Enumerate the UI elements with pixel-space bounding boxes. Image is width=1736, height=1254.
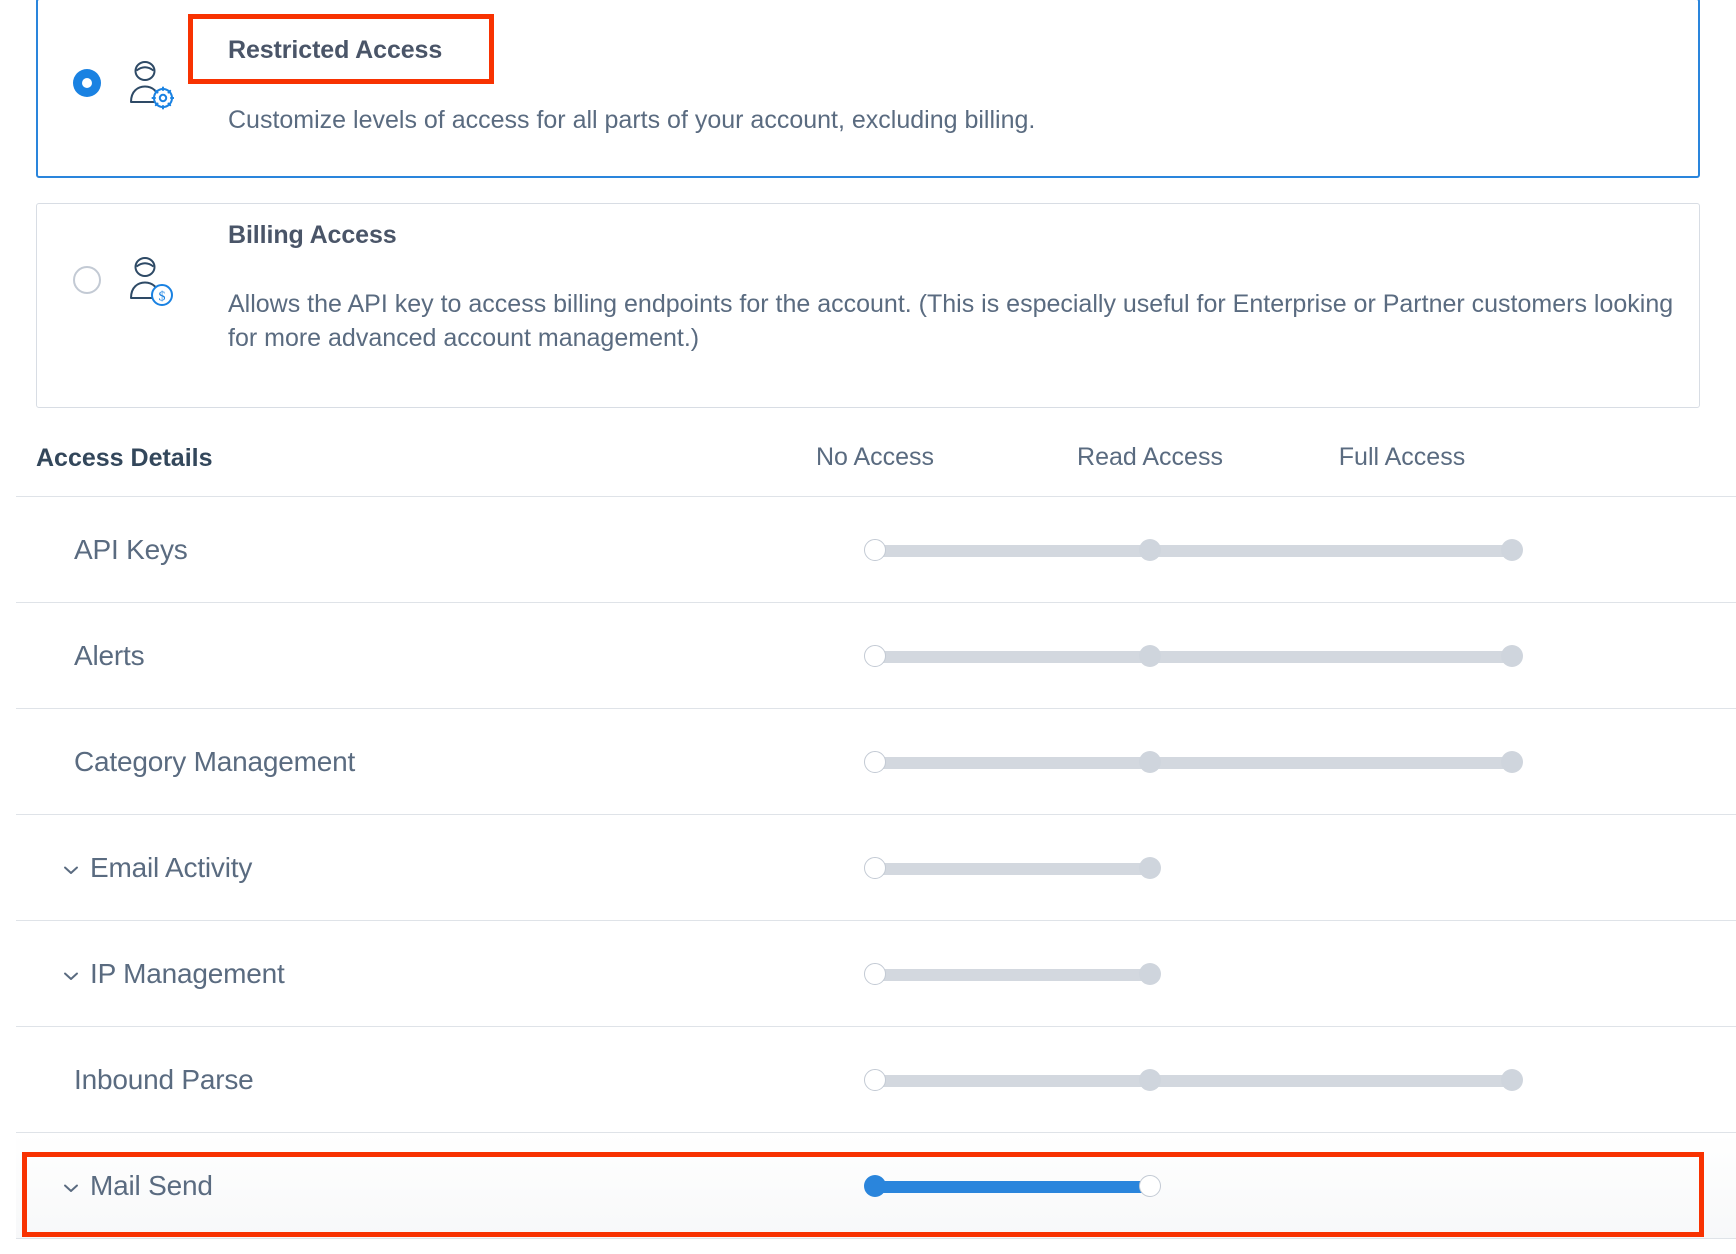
access-details-table: API Keys Alerts Category Management Email A… <box>16 496 1736 1239</box>
slider-handle[interactable] <box>1501 1068 1523 1091</box>
table-row: Email Activity <box>16 815 1736 921</box>
chevron-down-icon[interactable] <box>60 965 82 987</box>
slider-handle[interactable] <box>1139 962 1161 985</box>
permission-slider[interactable] <box>864 856 1161 879</box>
access-option-card-restricted[interactable] <box>36 0 1700 178</box>
slider-active-track <box>875 1180 1150 1193</box>
scope-label: Category Management <box>74 745 356 777</box>
permission-slider[interactable] <box>864 962 1161 985</box>
table-row: IP Management <box>16 921 1736 1027</box>
chevron-down-icon[interactable] <box>60 1177 82 1199</box>
radio-restricted-access[interactable] <box>73 69 101 97</box>
slider-handle[interactable] <box>864 750 886 773</box>
billing-access-description: Allows the API key to access billing end… <box>228 290 1674 352</box>
permission-slider[interactable] <box>864 1174 1161 1197</box>
radio-billing-access[interactable] <box>73 266 101 294</box>
table-row: API Keys <box>16 497 1736 603</box>
permission-slider[interactable] <box>864 1068 1523 1091</box>
table-row: Category Management <box>16 709 1736 815</box>
slider-handle[interactable] <box>1139 750 1161 773</box>
chevron-down-icon[interactable] <box>60 859 82 881</box>
slider-handle[interactable] <box>1139 1174 1161 1197</box>
column-header-full-access: Full Access <box>1338 443 1466 471</box>
permissions-page: Restricted Access Customize levels of ac… <box>0 0 1736 1254</box>
slider-handle[interactable] <box>1501 644 1523 667</box>
scope-label: Inbound Parse <box>74 1063 254 1095</box>
slider-handle[interactable] <box>864 962 886 985</box>
permission-slider[interactable] <box>864 644 1523 667</box>
slider-handle[interactable] <box>864 856 886 879</box>
billing-access-title: Billing Access <box>228 221 397 249</box>
slider-handle[interactable] <box>1139 856 1161 879</box>
table-row: Mail Send <box>16 1133 1736 1239</box>
column-header-read-access: Read Access <box>1077 443 1223 471</box>
slider-handle[interactable] <box>864 538 886 561</box>
slider-handle[interactable] <box>1501 538 1523 561</box>
permission-slider[interactable] <box>864 750 1523 773</box>
slider-handle[interactable] <box>864 1174 886 1197</box>
table-row: Inbound Parse <box>16 1027 1736 1133</box>
scope-label: API Keys <box>74 533 188 565</box>
scope-label: Email Activity <box>90 851 253 883</box>
slider-handle[interactable] <box>1139 644 1161 667</box>
slider-handle[interactable] <box>864 1068 886 1091</box>
table-row: Alerts <box>16 603 1736 709</box>
scope-label: Mail Send <box>90 1169 213 1201</box>
slider-handle[interactable] <box>1501 750 1523 773</box>
permission-slider[interactable] <box>864 538 1523 561</box>
slider-handle[interactable] <box>1139 1068 1161 1091</box>
person-dollar-icon: $ <box>128 256 174 306</box>
restricted-access-description: Customize levels of access for all parts… <box>228 106 1036 134</box>
column-header-no-access: No Access <box>815 443 935 471</box>
svg-text:$: $ <box>159 290 166 305</box>
access-details-heading: Access Details <box>36 444 213 472</box>
scope-label: IP Management <box>90 957 285 989</box>
person-gear-icon <box>128 60 175 110</box>
slider-handle[interactable] <box>864 644 886 667</box>
restricted-access-title: Restricted Access <box>228 36 443 64</box>
slider-handle[interactable] <box>1139 538 1161 561</box>
scope-label: Alerts <box>74 639 145 671</box>
